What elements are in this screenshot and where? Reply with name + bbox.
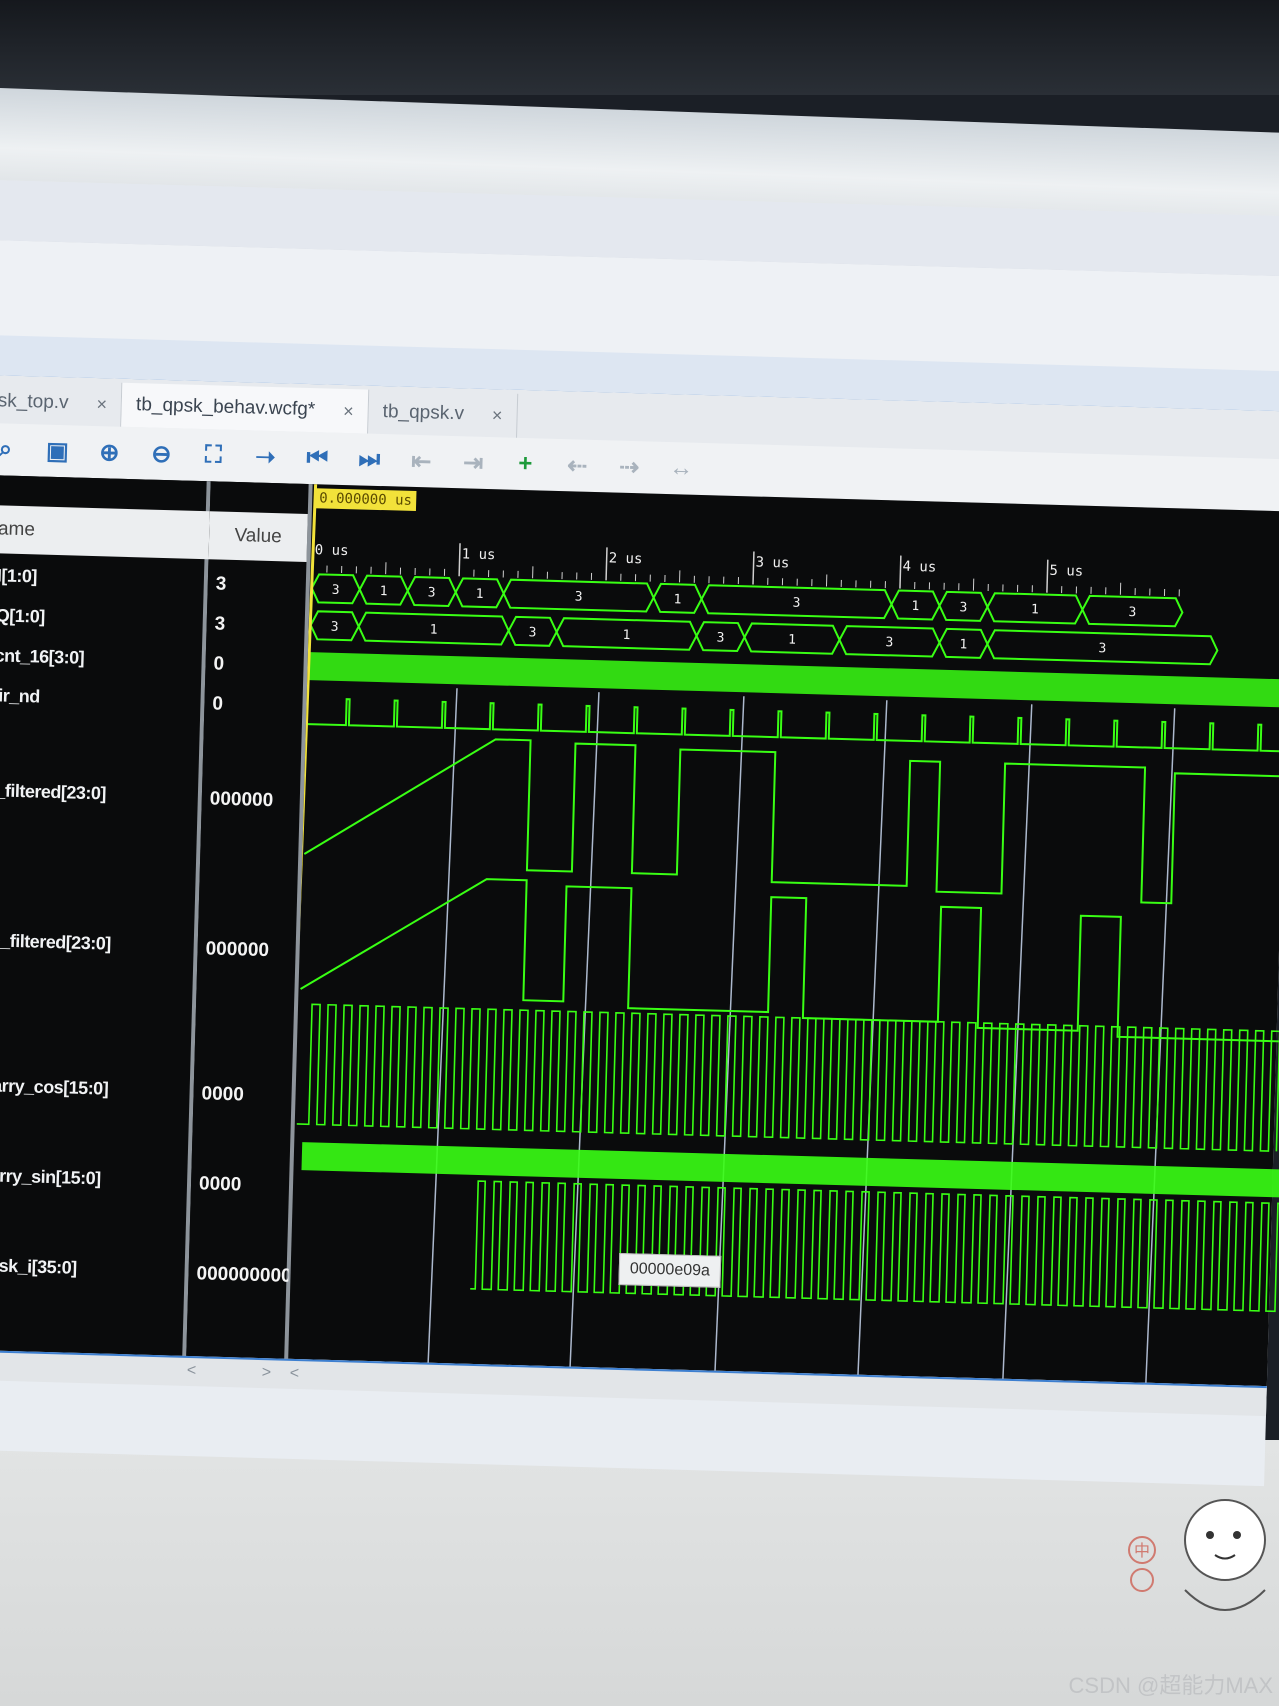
waveform-canvas[interactable]: 0 us 1 us 2 us 3 us 4 us 5 us 3 1 3 1 3 1 3 1 3 1 3 3 1 3 1 3…	[280, 484, 1279, 1386]
signal-row[interactable]: ▮fir_nd	[0, 685, 40, 708]
bus-value-label: 3	[959, 600, 967, 615]
bus-value-label: 3	[885, 635, 893, 650]
bus-value-label: 3	[1128, 605, 1136, 620]
zoom-in-icon[interactable]: ⊕	[92, 435, 127, 470]
go-to-end-icon[interactable]: ⏭	[352, 442, 387, 477]
sticker-char: 中	[1134, 1541, 1150, 1560]
bus-value-label: 1	[673, 592, 681, 607]
close-icon[interactable]: ×	[492, 405, 503, 426]
signal-value: 000000	[205, 938, 270, 962]
time-tick-label: 0 us	[315, 542, 349, 559]
previous-marker-icon[interactable]: ⇠	[560, 448, 595, 483]
signal-value: 000000000	[196, 1263, 289, 1287]
bus-value-label: 1	[959, 637, 967, 652]
time-tick-label: 3 us	[755, 555, 789, 572]
time-tick-label: 2 us	[608, 550, 642, 567]
next-marker-icon[interactable]: ⇢	[612, 449, 647, 484]
waveform-panel: Name ■I[1:0] ■Q[1:0] ■cnt_16[3:0] ▮fir_n…	[0, 474, 1279, 1387]
bus-value-label: 3	[1098, 641, 1106, 656]
signal-value: 0000	[198, 1173, 242, 1196]
grid-line	[427, 688, 458, 1363]
time-tick	[899, 555, 902, 589]
bus-value-label: 1	[476, 587, 484, 602]
dense-bus-fill	[301, 1142, 1279, 1198]
value-column-header: Value	[208, 511, 308, 562]
go-to-cursor-icon[interactable]: ➝	[248, 439, 283, 474]
value-tooltip: 00000e09a	[618, 1252, 722, 1288]
signal-row[interactable]: ■carry_sin[15:0]	[0, 1165, 101, 1190]
bus-value-label: 3	[331, 620, 339, 635]
bus-value-label: 1	[788, 632, 796, 647]
photo-background-top	[0, 0, 1279, 95]
scroll-right-icon[interactable]: >	[262, 1364, 272, 1382]
signal-row[interactable]: ■carry_cos[15:0]	[0, 1075, 109, 1100]
close-icon[interactable]: ×	[343, 400, 354, 421]
zoom-out-icon[interactable]: ⊖	[144, 436, 179, 471]
analog-wave	[303, 738, 1279, 905]
bus-value-label: 1	[911, 599, 919, 614]
dense-bus-fill	[309, 652, 1279, 708]
time-tick-label: 4 us	[902, 559, 936, 576]
name-column-header: Name	[0, 504, 210, 560]
tab-label: tb_qpsk.v	[382, 401, 465, 425]
scroll-left-icon[interactable]: <	[187, 1362, 197, 1380]
signal-row[interactable]: ■cnt_16[3:0]	[0, 645, 84, 669]
bus-value-label: 3	[792, 596, 800, 611]
tab-label: sk_top.v	[0, 390, 69, 414]
time-tick-label: 1 us	[462, 546, 496, 563]
time-tick	[752, 551, 755, 585]
tab-wcfg[interactable]: tb_qpsk_behav.wcfg* ×	[121, 382, 370, 434]
scroll-left-icon[interactable]: <	[290, 1365, 300, 1383]
signal-value: 000000	[209, 788, 274, 812]
tab-tb-qpsk[interactable]: tb_qpsk.v ×	[368, 389, 519, 438]
modulated-wave	[470, 1180, 1279, 1313]
tab-qpsk-top[interactable]: sk_top.v ×	[0, 378, 123, 427]
time-tick	[458, 543, 461, 577]
bus-value-label: 3	[428, 585, 436, 600]
bus-value-label: 3	[332, 583, 340, 598]
signal-row[interactable]: ■I[1:0]	[0, 565, 37, 587]
signal-value: 0	[212, 693, 224, 715]
save-icon[interactable]: ▣	[40, 434, 75, 469]
signal-row[interactable]: ■Q_filtered[23:0]	[0, 930, 111, 955]
add-marker-icon[interactable]: +	[508, 447, 543, 482]
close-icon[interactable]: ×	[96, 394, 107, 415]
go-to-start-icon[interactable]: ⏮	[300, 441, 335, 476]
csdn-watermark: CSDN @超能力MAX	[1068, 1673, 1273, 1698]
cursor-time-label[interactable]: 0.000000 us	[314, 488, 417, 512]
signal-name-column: Name ■I[1:0] ■Q[1:0] ■cnt_16[3:0] ▮fir_n…	[0, 474, 211, 1356]
signal-value: 3	[214, 613, 226, 635]
time-tick-label: 5 us	[1049, 563, 1083, 580]
bus-value-label: 1	[1031, 602, 1039, 617]
time-tick	[1046, 559, 1049, 593]
signal-row[interactable]: ■I_filtered[23:0]	[0, 780, 106, 805]
signal-row[interactable]: ■qpsk_i[35:0]	[0, 1255, 77, 1279]
signal-value: 0000	[201, 1083, 245, 1106]
cartoon-sticker: 中	[1128, 1499, 1266, 1611]
analog-wave	[300, 878, 1279, 1043]
zoom-fit-icon[interactable]: ⛶	[196, 438, 231, 473]
signal-value: 0	[213, 653, 225, 675]
bus-value-label: 1	[429, 622, 437, 637]
bus-value-label: 1	[380, 584, 388, 599]
signal-value: 3	[215, 573, 227, 595]
tab-label: tb_qpsk_behav.wcfg*	[135, 394, 316, 421]
previous-transition-icon[interactable]: ⇤	[404, 444, 439, 479]
pulse-wave	[307, 698, 1279, 753]
waveform-plot-area[interactable]: 0 us 1 us 2 us 3 us 4 us 5 us 3 1 3 1 3 1 3 1 3 1 3 3 1 3 1 3…	[280, 484, 1279, 1386]
search-icon[interactable]: ⌕	[0, 432, 23, 467]
signal-row[interactable]: ■Q[1:0]	[0, 605, 45, 628]
next-transition-icon[interactable]: ⇥	[456, 445, 491, 480]
time-tick	[605, 547, 608, 581]
bus-value-label: 3	[528, 625, 536, 640]
swap-cursors-icon[interactable]: ↔	[664, 451, 699, 486]
bus-value-label: 1	[622, 628, 630, 643]
monitor-screen: sk_top.v × tb_qpsk_behav.wcfg* × tb_qpsk…	[0, 180, 1279, 1487]
bus-value-label: 3	[716, 630, 724, 645]
bus-value-label: 3	[574, 589, 582, 604]
carrier-wave	[296, 1003, 1279, 1152]
